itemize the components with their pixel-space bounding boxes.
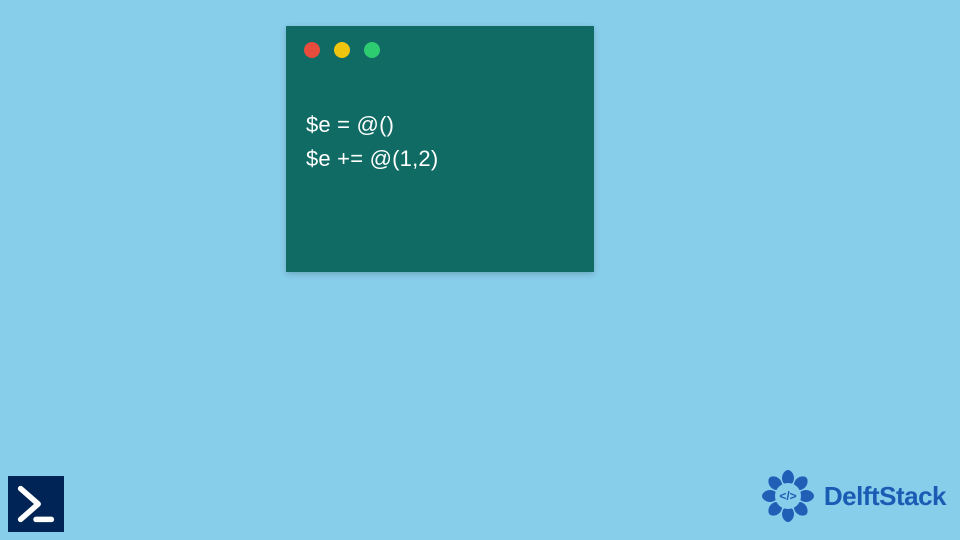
code-window: $e = @() $e += @(1,2) [286, 26, 594, 272]
code-line-1: $e = @() [306, 108, 574, 142]
delftstack-logo: </> DelftStack [758, 466, 946, 526]
minimize-icon [334, 42, 350, 58]
delftstack-logo-text: DelftStack [824, 481, 946, 512]
window-titlebar [286, 26, 594, 74]
code-line-2: $e += @(1,2) [306, 142, 574, 176]
delftstack-logo-icon: </> [758, 466, 818, 526]
powershell-icon [8, 476, 64, 532]
maximize-icon [364, 42, 380, 58]
svg-text:</>: </> [779, 489, 796, 503]
code-body: $e = @() $e += @(1,2) [286, 74, 594, 196]
close-icon [304, 42, 320, 58]
